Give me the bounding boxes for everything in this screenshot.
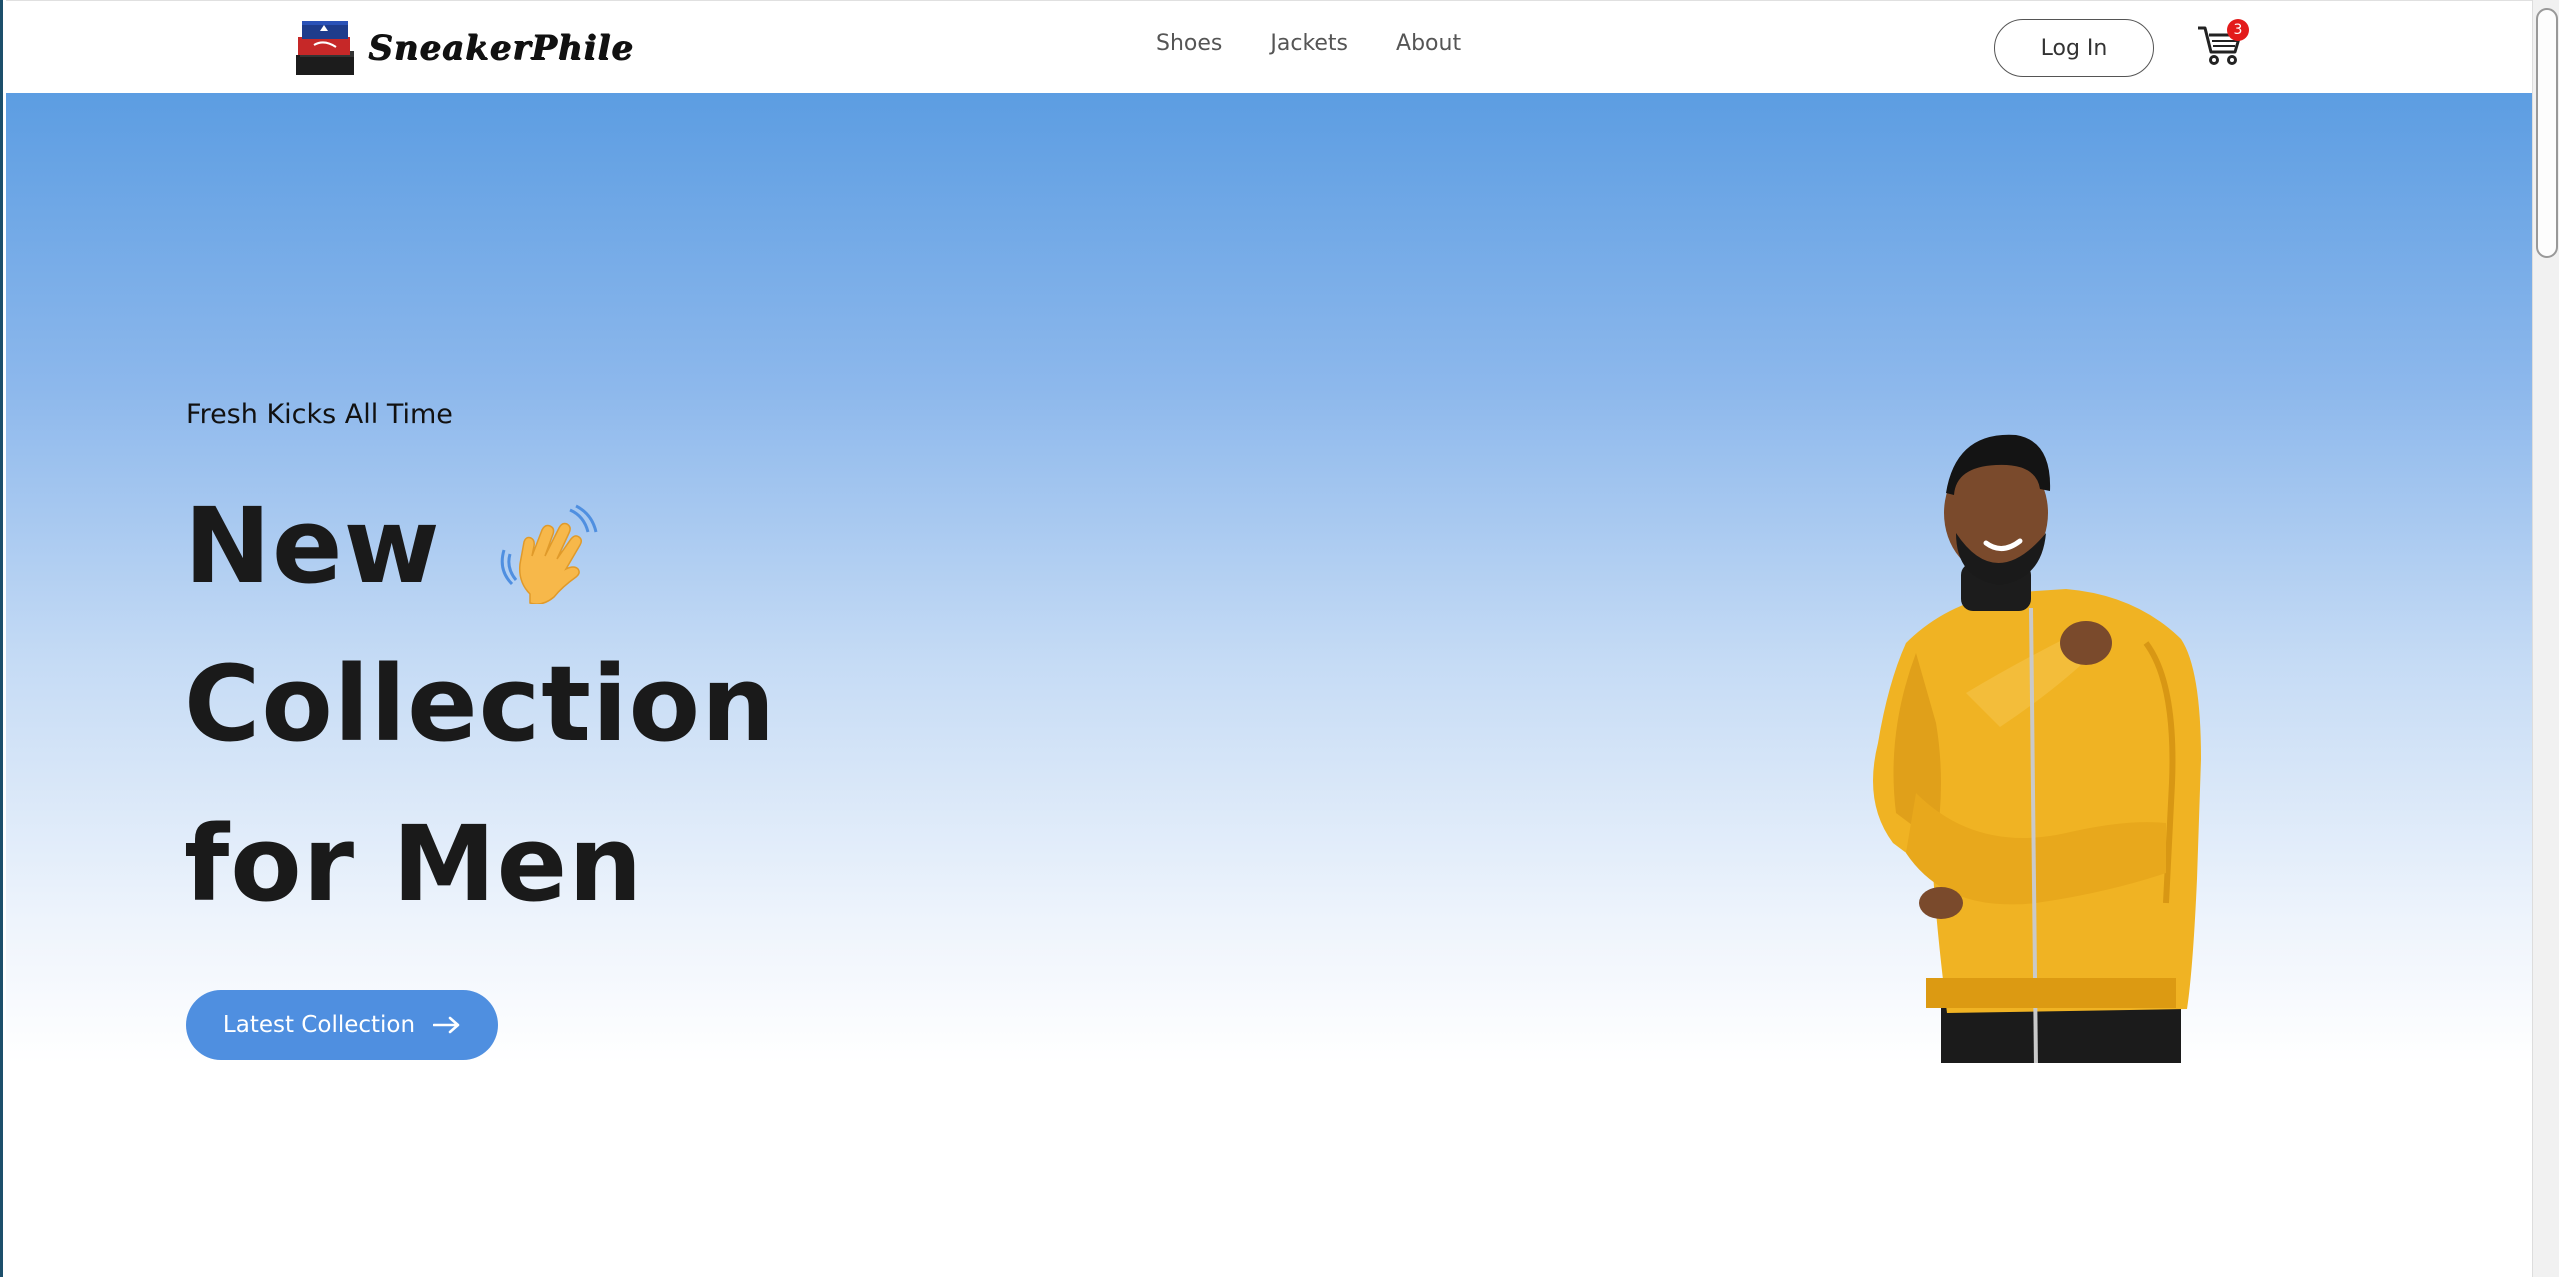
waving-hand-icon — [500, 504, 598, 604]
headline-line-1: New — [184, 485, 600, 607]
hero-section: Fresh Kicks All Time New Collection for … — [6, 93, 2532, 1277]
arrow-right-icon — [433, 1016, 460, 1034]
cta-label: Latest Collection — [222, 1012, 416, 1038]
browser-viewport: SneakerPhile Shoes Jackets About Log In … — [0, 0, 2559, 1277]
hero-model-image — [1873, 434, 2201, 1063]
scrollbar-thumb[interactable] — [2536, 8, 2558, 258]
headline-line-2: Collection — [184, 643, 777, 765]
brand-name: SneakerPhile — [368, 28, 634, 68]
headline-line-3: for Men — [184, 803, 644, 925]
cart-count-badge: 3 — [2227, 19, 2249, 41]
latest-collection-button[interactable]: Latest Collection — [186, 990, 498, 1060]
shoebox-stack-icon — [296, 21, 354, 75]
login-button[interactable]: Log In — [1994, 19, 2154, 77]
nav-link-about[interactable]: About — [1396, 31, 1461, 56]
hero-tagline: Fresh Kicks All Time — [186, 399, 453, 430]
top-navbar: SneakerPhile Shoes Jackets About Log In … — [6, 0, 2532, 93]
brand-logo[interactable]: SneakerPhile — [292, 17, 634, 79]
main-nav: Shoes Jackets About — [1156, 31, 1461, 56]
nav-link-shoes[interactable]: Shoes — [1156, 31, 1222, 56]
headline-word-new: New — [184, 485, 441, 607]
nav-link-jackets[interactable]: Jackets — [1270, 31, 1348, 56]
